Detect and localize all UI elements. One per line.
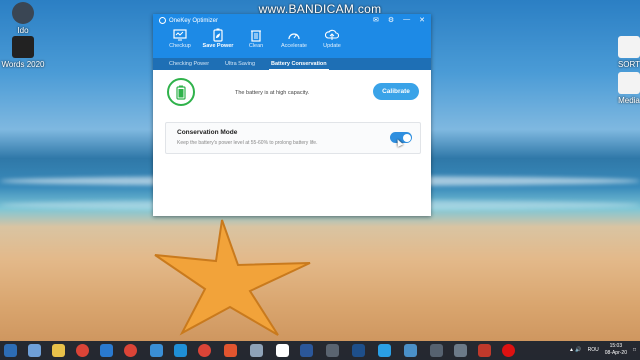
- tab-bar: Checking Power Ultra Saving Battery Cons…: [153, 58, 431, 70]
- conservation-mode-panel: Conservation Mode Keep the battery's pow…: [165, 122, 421, 154]
- app-title-text: OneKey Optimizer: [169, 17, 219, 24]
- desktop-icon-sort[interactable]: SORT: [606, 36, 640, 69]
- toolbar-clean[interactable]: Clean: [237, 27, 275, 49]
- windows-icon[interactable]: [276, 344, 289, 357]
- tray-icons[interactable]: ▲ 🔊: [569, 347, 582, 353]
- app-icon[interactable]: [478, 344, 491, 357]
- toolbar-label: Update: [323, 43, 341, 49]
- app-icon[interactable]: [404, 344, 417, 357]
- outlook-icon[interactable]: [100, 344, 113, 357]
- app-icon[interactable]: [250, 344, 263, 357]
- tab-battery-conservation[interactable]: Battery Conservation: [263, 58, 335, 70]
- calibrate-button[interactable]: Calibrate: [373, 83, 419, 100]
- tab-checking-power[interactable]: Checking Power: [161, 58, 217, 70]
- folder-icon: [12, 36, 34, 58]
- title-bar: OneKey Optimizer ✉ ⚙ — ✕ Checkup Save Po…: [153, 14, 431, 58]
- gear-icon[interactable]: ⚙: [388, 16, 394, 24]
- word-icon[interactable]: [300, 344, 313, 357]
- window-controls: ✉ ⚙ — ✕: [373, 16, 425, 24]
- desktop-icon-recycle[interactable]: Ido: [0, 2, 46, 35]
- start-icon[interactable]: [4, 344, 17, 357]
- toggle-knob: [402, 133, 411, 142]
- chrome-icon[interactable]: [198, 344, 211, 357]
- clock-date: 08-Apr-20: [604, 350, 627, 356]
- desktop-icon-label: Words 2020: [1, 60, 45, 69]
- desktop-icon-media[interactable]: Media: [606, 72, 640, 105]
- edge-icon[interactable]: [174, 344, 187, 357]
- desktop-icon-label: Ido: [17, 26, 29, 35]
- chrome-icon[interactable]: [76, 344, 89, 357]
- toolbar-label: Accelerate: [281, 43, 307, 49]
- desktop-icon-label: SORT: [617, 60, 640, 69]
- toolbar-accelerate[interactable]: Accelerate: [275, 27, 313, 49]
- explorer-icon[interactable]: [52, 344, 65, 357]
- clock[interactable]: 15:03 08-Apr-20: [605, 343, 627, 357]
- conservation-mode-title: Conservation Mode: [177, 129, 238, 136]
- clock-time: 15:03: [609, 343, 623, 349]
- calculator-icon[interactable]: [430, 344, 443, 357]
- starfish-image: [154, 219, 311, 336]
- battery-status-icon: [167, 78, 195, 106]
- desktop-icon-words[interactable]: Words 2020: [0, 36, 46, 69]
- app-icon[interactable]: [454, 344, 467, 357]
- tab-ultra-saving[interactable]: Ultra Saving: [217, 58, 263, 70]
- onekey-optimizer-window: OneKey Optimizer ✉ ⚙ — ✕ Checkup Save Po…: [153, 14, 431, 216]
- battery-leaf-icon: [199, 27, 237, 43]
- system-tray: ▲ 🔊 ROU 15:03 08-Apr-20 □: [569, 343, 636, 357]
- file-icon: [618, 72, 640, 94]
- feedback-icon[interactable]: ✉: [373, 16, 379, 24]
- brave-icon[interactable]: [224, 344, 237, 357]
- media-icon[interactable]: [150, 344, 163, 357]
- recycle-bin-icon: [12, 2, 34, 24]
- onekey-optimizer-icon[interactable]: [378, 344, 391, 357]
- toolbar-label: Checkup: [169, 43, 191, 49]
- wordpad-icon[interactable]: [28, 344, 41, 357]
- conservation-mode-description: Keep the battery's power level at 55-60%…: [177, 140, 318, 146]
- file-icon: [618, 36, 640, 58]
- taskbar: ▲ 🔊 ROU 15:03 08-Apr-20 □: [0, 341, 640, 360]
- app-title: OneKey Optimizer: [159, 17, 218, 24]
- toolbar-checkup[interactable]: Checkup: [161, 27, 199, 49]
- toolbar-update[interactable]: Update: [313, 27, 351, 49]
- dictionary-icon[interactable]: [352, 344, 365, 357]
- main-toolbar: Checkup Save Power Clean Accelerate Upda…: [161, 27, 351, 49]
- trash-icon: [237, 27, 275, 43]
- battery-status-text: The battery is at high capacity.: [235, 90, 310, 96]
- notification-icon[interactable]: □: [633, 347, 636, 353]
- minimize-icon[interactable]: —: [403, 16, 410, 24]
- toolbar-label: Clean: [248, 43, 264, 49]
- chrome-icon[interactable]: [124, 344, 137, 357]
- cloud-upload-icon: [313, 27, 351, 43]
- monitor-icon: [161, 27, 199, 43]
- battery-status-row: The battery is at high capacity. Calibra…: [167, 76, 419, 110]
- app-icon[interactable]: [326, 344, 339, 357]
- language-indicator[interactable]: ROU: [588, 347, 599, 353]
- desktop-icon-label: Media: [618, 96, 640, 105]
- close-icon[interactable]: ✕: [419, 16, 425, 24]
- app-logo-icon: [159, 17, 166, 24]
- record-icon[interactable]: [502, 344, 515, 357]
- toolbar-save-power[interactable]: Save Power: [199, 27, 237, 49]
- speedometer-icon: [275, 27, 313, 43]
- toolbar-label: Save Power: [202, 43, 234, 49]
